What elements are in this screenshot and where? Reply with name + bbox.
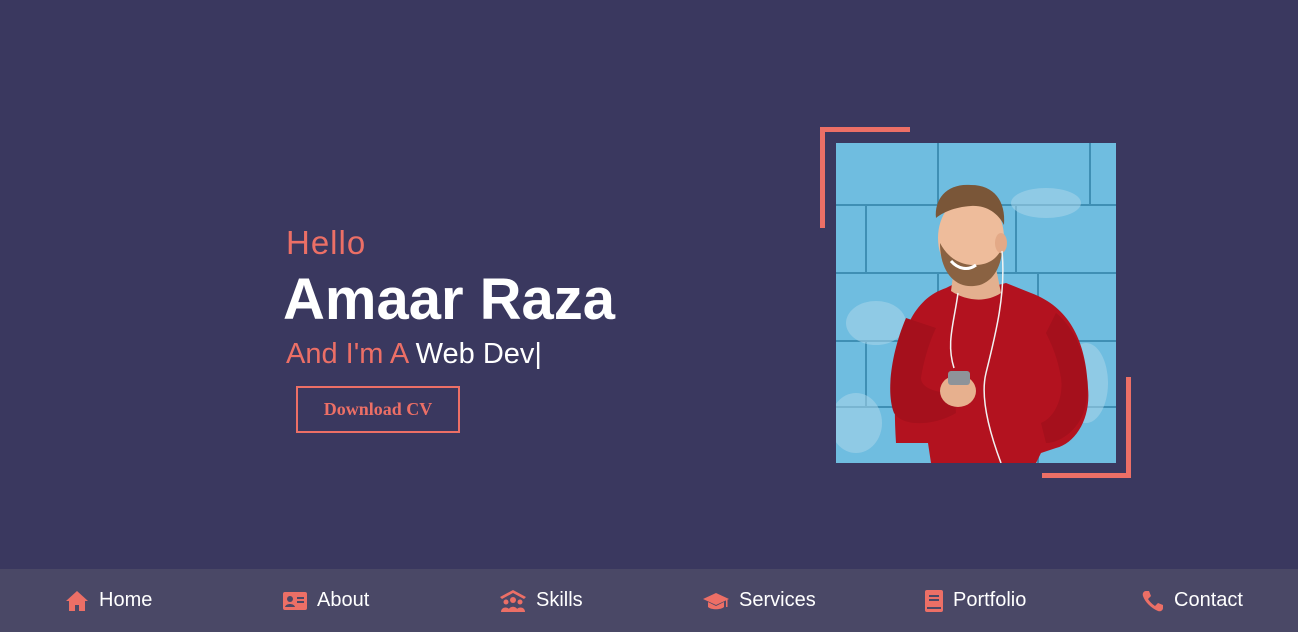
typing-cursor: | <box>534 338 542 370</box>
nav-item-skills[interactable]: Skills <box>500 569 583 632</box>
phone-icon <box>1142 590 1163 611</box>
nav-label-portfolio: Portfolio <box>953 589 1027 611</box>
nav-item-services[interactable]: Services <box>703 569 816 632</box>
download-cv-button[interactable]: Download CV <box>296 386 460 433</box>
frame-corner-bottom-right-vertical <box>1126 377 1131 478</box>
frame-corner-top-left <box>820 127 910 132</box>
nav-item-contact[interactable]: Contact <box>1142 569 1243 632</box>
nav-item-home[interactable]: Home <box>65 569 152 632</box>
nav-label-contact: Contact <box>1174 589 1243 611</box>
id-card-icon <box>283 591 307 610</box>
nav-label-home: Home <box>99 589 153 611</box>
person-name: Amaar Raza <box>283 267 616 332</box>
frame-corner-top-left-vertical <box>820 127 825 228</box>
role-line: And I'm A Web Dev| <box>286 338 542 371</box>
nav-item-about[interactable]: About <box>283 569 369 632</box>
profile-photo-frame <box>820 127 1132 479</box>
greeting-text: Hello <box>286 224 367 261</box>
people-icon <box>500 589 526 612</box>
frame-corner-bottom-right <box>1042 473 1131 478</box>
home-icon <box>66 590 88 611</box>
nav-label-services: Services <box>739 589 816 611</box>
hero-section: Hello Amaar Raza And I'm A Web Dev| Down… <box>0 0 1298 569</box>
nav-label-about: About <box>317 589 370 611</box>
bottom-navigation: Home About Skills Services Portfolio Con… <box>0 569 1298 632</box>
graduation-cap-icon <box>703 592 729 609</box>
nav-item-portfolio[interactable]: Portfolio <box>925 569 1026 632</box>
profile-photo <box>836 143 1116 463</box>
role-prefix: And I'm A <box>286 338 408 370</box>
nav-label-skills: Skills <box>536 589 583 611</box>
book-icon <box>925 589 943 612</box>
role-typed-text: Web Dev <box>415 338 535 370</box>
